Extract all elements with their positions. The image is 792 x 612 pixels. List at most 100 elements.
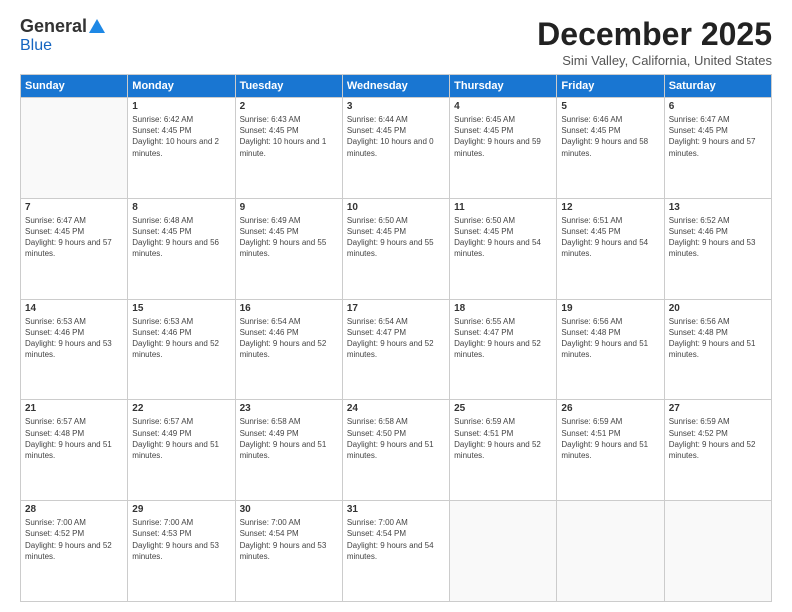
day-number: 24: [347, 403, 445, 414]
calendar: SundayMondayTuesdayWednesdayThursdayFrid…: [20, 74, 772, 602]
day-number: 22: [132, 403, 230, 414]
day-info: Sunrise: 6:47 AMSunset: 4:45 PMDaylight:…: [669, 114, 767, 159]
day-info: Sunrise: 6:57 AMSunset: 4:48 PMDaylight:…: [25, 416, 123, 461]
day-number: 4: [454, 101, 552, 112]
day-number: 17: [347, 303, 445, 314]
day-number: 29: [132, 504, 230, 515]
calendar-cell: 5 Sunrise: 6:46 AMSunset: 4:45 PMDaylight…: [557, 98, 664, 199]
header: General Blue December 2025 Simi Valley, …: [20, 16, 772, 68]
calendar-cell: 24 Sunrise: 6:58 AMSunset: 4:50 PMDayligh…: [342, 400, 449, 501]
day-number: 16: [240, 303, 338, 314]
day-info: Sunrise: 6:42 AMSunset: 4:45 PMDaylight:…: [132, 114, 230, 159]
day-number: 3: [347, 101, 445, 112]
weekday-header: Sunday: [21, 75, 128, 98]
day-number: 27: [669, 403, 767, 414]
day-number: 28: [25, 504, 123, 515]
calendar-cell: 23 Sunrise: 6:58 AMSunset: 4:49 PMDayligh…: [235, 400, 342, 501]
day-info: Sunrise: 6:55 AMSunset: 4:47 PMDaylight:…: [454, 316, 552, 361]
day-info: Sunrise: 6:59 AMSunset: 4:51 PMDaylight:…: [454, 416, 552, 461]
day-number: 23: [240, 403, 338, 414]
day-info: Sunrise: 6:59 AMSunset: 4:52 PMDaylight:…: [669, 416, 767, 461]
calendar-cell: 7 Sunrise: 6:47 AMSunset: 4:45 PMDaylight…: [21, 198, 128, 299]
logo-text: General: [20, 16, 105, 37]
day-info: Sunrise: 6:46 AMSunset: 4:45 PMDaylight:…: [561, 114, 659, 159]
calendar-cell: [450, 501, 557, 602]
day-number: 5: [561, 101, 659, 112]
calendar-cell: [557, 501, 664, 602]
day-info: Sunrise: 6:49 AMSunset: 4:45 PMDaylight:…: [240, 215, 338, 260]
calendar-cell: 17 Sunrise: 6:54 AMSunset: 4:47 PMDayligh…: [342, 299, 449, 400]
day-info: Sunrise: 7:00 AMSunset: 4:53 PMDaylight:…: [132, 517, 230, 562]
day-number: 1: [132, 101, 230, 112]
page: General Blue December 2025 Simi Valley, …: [0, 0, 792, 612]
weekday-header: Saturday: [664, 75, 771, 98]
day-number: 20: [669, 303, 767, 314]
calendar-cell: 15 Sunrise: 6:53 AMSunset: 4:46 PMDayligh…: [128, 299, 235, 400]
main-title: December 2025: [537, 16, 772, 53]
weekday-header: Friday: [557, 75, 664, 98]
calendar-cell: 4 Sunrise: 6:45 AMSunset: 4:45 PMDaylight…: [450, 98, 557, 199]
day-info: Sunrise: 6:43 AMSunset: 4:45 PMDaylight:…: [240, 114, 338, 159]
day-number: 7: [25, 202, 123, 213]
day-number: 19: [561, 303, 659, 314]
weekday-header: Monday: [128, 75, 235, 98]
day-number: 8: [132, 202, 230, 213]
day-info: Sunrise: 6:52 AMSunset: 4:46 PMDaylight:…: [669, 215, 767, 260]
day-info: Sunrise: 6:54 AMSunset: 4:46 PMDaylight:…: [240, 316, 338, 361]
calendar-cell: 31 Sunrise: 7:00 AMSunset: 4:54 PMDayligh…: [342, 501, 449, 602]
calendar-cell: 22 Sunrise: 6:57 AMSunset: 4:49 PMDayligh…: [128, 400, 235, 501]
day-info: Sunrise: 6:53 AMSunset: 4:46 PMDaylight:…: [132, 316, 230, 361]
day-info: Sunrise: 6:58 AMSunset: 4:49 PMDaylight:…: [240, 416, 338, 461]
day-number: 12: [561, 202, 659, 213]
calendar-cell: 13Sunrise: 6:52 AMSunset: 4:46 PMDayligh…: [664, 198, 771, 299]
calendar-cell: 12 Sunrise: 6:51 AMSunset: 4:45 PMDayligh…: [557, 198, 664, 299]
calendar-cell: 9Sunrise: 6:49 AMSunset: 4:45 PMDaylight…: [235, 198, 342, 299]
day-number: 2: [240, 101, 338, 112]
day-info: Sunrise: 6:56 AMSunset: 4:48 PMDaylight:…: [561, 316, 659, 361]
day-info: Sunrise: 6:56 AMSunset: 4:48 PMDaylight:…: [669, 316, 767, 361]
day-info: Sunrise: 6:45 AMSunset: 4:45 PMDaylight:…: [454, 114, 552, 159]
calendar-cell: [664, 501, 771, 602]
calendar-cell: 27 Sunrise: 6:59 AMSunset: 4:52 PMDayligh…: [664, 400, 771, 501]
day-number: 31: [347, 504, 445, 515]
day-number: 11: [454, 202, 552, 213]
calendar-cell: 2 Sunrise: 6:43 AMSunset: 4:45 PMDaylight…: [235, 98, 342, 199]
calendar-cell: 18Sunrise: 6:55 AMSunset: 4:47 PMDayligh…: [450, 299, 557, 400]
day-info: Sunrise: 6:44 AMSunset: 4:45 PMDaylight:…: [347, 114, 445, 159]
calendar-cell: 20 Sunrise: 6:56 AMSunset: 4:48 PMDayligh…: [664, 299, 771, 400]
logo: General Blue: [20, 16, 105, 55]
weekday-header: Thursday: [450, 75, 557, 98]
day-info: Sunrise: 6:54 AMSunset: 4:47 PMDaylight:…: [347, 316, 445, 361]
day-number: 15: [132, 303, 230, 314]
calendar-cell: 29 Sunrise: 7:00 AMSunset: 4:53 PMDayligh…: [128, 501, 235, 602]
calendar-cell: 11 Sunrise: 6:50 AMSunset: 4:45 PMDayligh…: [450, 198, 557, 299]
day-info: Sunrise: 6:50 AMSunset: 4:45 PMDaylight:…: [454, 215, 552, 260]
logo-general: General: [20, 16, 87, 37]
day-number: 14: [25, 303, 123, 314]
day-number: 30: [240, 504, 338, 515]
calendar-cell: 1 Sunrise: 6:42 AMSunset: 4:45 PMDaylight…: [128, 98, 235, 199]
day-info: Sunrise: 6:57 AMSunset: 4:49 PMDaylight:…: [132, 416, 230, 461]
day-info: Sunrise: 6:48 AMSunset: 4:45 PMDaylight:…: [132, 215, 230, 260]
day-info: Sunrise: 6:59 AMSunset: 4:51 PMDaylight:…: [561, 416, 659, 461]
day-info: Sunrise: 7:00 AMSunset: 4:54 PMDaylight:…: [347, 517, 445, 562]
day-number: 6: [669, 101, 767, 112]
day-number: 25: [454, 403, 552, 414]
calendar-cell: 21Sunrise: 6:57 AMSunset: 4:48 PMDayligh…: [21, 400, 128, 501]
calendar-cell: 28Sunrise: 7:00 AMSunset: 4:52 PMDayligh…: [21, 501, 128, 602]
calendar-cell: 19 Sunrise: 6:56 AMSunset: 4:48 PMDayligh…: [557, 299, 664, 400]
title-block: December 2025 Simi Valley, California, U…: [537, 16, 772, 68]
day-number: 10: [347, 202, 445, 213]
logo-icon: [89, 19, 105, 33]
calendar-cell: 3 Sunrise: 6:44 AMSunset: 4:45 PMDaylight…: [342, 98, 449, 199]
subtitle: Simi Valley, California, United States: [537, 53, 772, 68]
day-info: Sunrise: 6:51 AMSunset: 4:45 PMDaylight:…: [561, 215, 659, 260]
day-number: 26: [561, 403, 659, 414]
day-info: Sunrise: 6:53 AMSunset: 4:46 PMDaylight:…: [25, 316, 123, 361]
calendar-cell: 26 Sunrise: 6:59 AMSunset: 4:51 PMDayligh…: [557, 400, 664, 501]
day-info: Sunrise: 6:47 AMSunset: 4:45 PMDaylight:…: [25, 215, 123, 260]
weekday-header: Tuesday: [235, 75, 342, 98]
calendar-cell: 14 Sunrise: 6:53 AMSunset: 4:46 PMDayligh…: [21, 299, 128, 400]
calendar-cell: 16 Sunrise: 6:54 AMSunset: 4:46 PMDayligh…: [235, 299, 342, 400]
day-info: Sunrise: 6:58 AMSunset: 4:50 PMDaylight:…: [347, 416, 445, 461]
